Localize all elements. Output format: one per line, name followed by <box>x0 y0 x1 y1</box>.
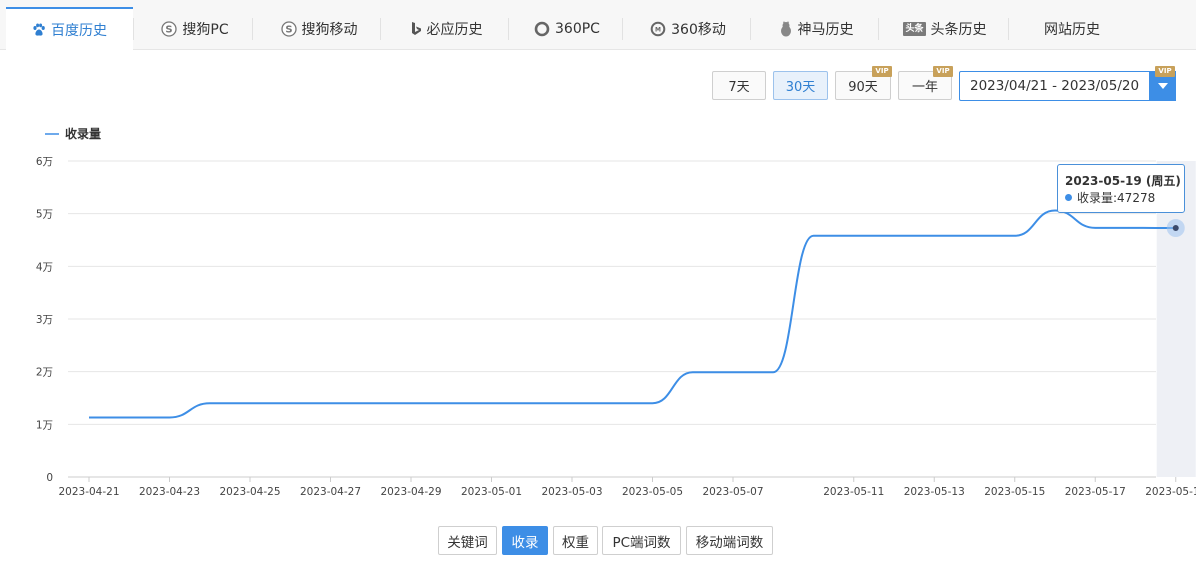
tab-shenma-history[interactable]: 神马历史 <box>756 8 876 50</box>
y-tick-label: 0 <box>46 472 53 484</box>
tab-divider <box>622 18 623 40</box>
date-range-picker[interactable]: 2023/04/21 - 2023/05/20 VIP <box>959 66 1176 101</box>
tab-divider <box>878 18 879 40</box>
metric-weight-button[interactable]: 权重 <box>553 526 598 555</box>
range-90d-button[interactable]: 90天 VIP <box>835 66 892 100</box>
tab-divider <box>508 18 509 40</box>
tab-sogou-mobile[interactable]: S 搜狗移动 <box>258 8 380 50</box>
index-volume-chart: 收录量 01万2万3万4万5万6万 2023-04-21 2023-04-23 20… <box>36 126 1196 498</box>
vip-badge: VIP <box>872 66 892 77</box>
series-color-dot <box>1065 194 1072 201</box>
sogou-icon: S <box>280 21 297 37</box>
tab-label: 360移动 <box>671 22 726 38</box>
legend-label: 收录量 <box>65 126 101 141</box>
tab-label: 网站历史 <box>1044 22 1100 38</box>
x-tick-label: 2023-05-11 <box>823 486 884 498</box>
x-tick-label: 2023-04-21 <box>58 486 119 498</box>
tab-divider <box>133 18 134 40</box>
tab-divider <box>252 18 253 40</box>
tab-label: 百度历史 <box>51 23 107 39</box>
vip-badge: VIP <box>933 66 953 77</box>
chevron-down-icon <box>1157 83 1168 89</box>
y-tick-label: 6万 <box>36 156 53 168</box>
tab-label: 必应历史 <box>426 22 483 38</box>
metric-label: 收录 <box>511 534 539 551</box>
tab-label: 360PC <box>555 21 600 37</box>
tab-label: 搜狗PC <box>182 22 229 38</box>
vip-badge: VIP <box>1155 66 1175 77</box>
x-tick-label: 2023-05-19 <box>1145 486 1196 498</box>
hover-point <box>1172 225 1179 232</box>
tab-baidu-history[interactable]: 百度历史 <box>6 7 133 51</box>
y-axis: 0 1万 2万 3万 4万 5万 6万 <box>36 156 53 484</box>
tab-divider <box>1008 18 1009 40</box>
360-icon <box>534 21 550 37</box>
metric-label: 权重 <box>562 534 589 551</box>
chart-tooltip: 2023-05-19 (周五) 收录量:47278 <box>1057 164 1185 213</box>
metric-label: PC端词数 <box>612 534 671 551</box>
metric-label: 移动端词数 <box>695 534 764 551</box>
x-tick-label: 2023-05-15 <box>984 486 1045 498</box>
y-tick-label: 4万 <box>36 261 53 273</box>
toutiao-icon-text: 头条 <box>903 22 926 36</box>
x-tick-label: 2023-04-23 <box>139 486 200 498</box>
range-label: 7天 <box>728 80 750 95</box>
tab-label: 神马历史 <box>797 22 854 38</box>
tab-360-pc[interactable]: 360PC <box>514 8 620 50</box>
x-tick-label: 2023-05-17 <box>1065 486 1126 498</box>
svg-text:S: S <box>166 25 173 36</box>
metric-label: 关键词 <box>447 534 488 551</box>
chart-legend: 收录量 <box>45 126 101 141</box>
range-30d-button[interactable]: 30天 <box>773 71 828 100</box>
range-7d-button[interactable]: 7天 <box>712 71 766 100</box>
tooltip-date: 2023-05-19 (周五) <box>1065 174 1181 188</box>
metric-indexed-button[interactable]: 收录 <box>502 526 548 555</box>
360-mobile-icon: M <box>650 21 666 37</box>
series-line-index-volume <box>89 209 1176 419</box>
y-tick-label: 1万 <box>36 419 53 431</box>
tab-label: 头条历史 <box>930 22 987 38</box>
x-tick-label: 2023-05-13 <box>904 486 965 498</box>
range-label: 90天 <box>848 80 878 95</box>
tooltip-value: 收录量:47278 <box>1077 191 1156 205</box>
metric-mobile-words-button[interactable]: 移动端词数 <box>686 526 773 555</box>
bing-icon <box>410 21 422 37</box>
tab-sogou-pc[interactable]: S 搜狗PC <box>140 8 250 50</box>
x-axis: 2023-04-21 2023-04-23 2023-04-25 2023-04-27… <box>58 477 1196 498</box>
x-tick-label: 2023-04-25 <box>219 486 280 498</box>
svg-text:M: M <box>655 27 661 34</box>
shenma-icon <box>779 21 793 37</box>
x-tick-label: 2023-04-27 <box>300 486 361 498</box>
tab-label: 搜狗移动 <box>301 22 358 38</box>
svg-text:S: S <box>285 25 292 36</box>
range-label: 30天 <box>785 80 816 95</box>
range-label: 一年 <box>911 80 938 95</box>
y-tick-label: 2万 <box>36 367 53 379</box>
x-tick-label: 2023-05-07 <box>702 486 763 498</box>
tab-bing-history[interactable]: 必应历史 <box>386 8 506 50</box>
tab-360-mobile[interactable]: M 360移动 <box>628 8 748 50</box>
metric-pc-words-button[interactable]: PC端词数 <box>602 526 681 555</box>
x-tick-label: 2023-05-01 <box>461 486 522 498</box>
metric-keywords-button[interactable]: 关键词 <box>438 526 497 555</box>
x-tick-label: 2023-05-05 <box>622 486 683 498</box>
tab-divider <box>750 18 751 40</box>
y-tick-label: 5万 <box>36 209 53 221</box>
x-tick-label: 2023-05-03 <box>541 486 602 498</box>
date-range-value: 2023/04/21 - 2023/05/20 <box>970 78 1140 94</box>
history-tab-bar: 百度历史 S 搜狗PC S 搜狗移动 必应历史 360PC M 360移动 神马… <box>0 0 1196 51</box>
baidu-paw-icon <box>32 23 46 37</box>
toutiao-icon: 头条 <box>903 22 926 36</box>
tab-website-history[interactable]: 网站历史 <box>1014 8 1130 50</box>
tooltip-series-row: 收录量:47278 <box>1065 189 1155 206</box>
chart-grid <box>68 160 1156 478</box>
tab-divider <box>380 18 381 40</box>
sogou-icon: S <box>161 21 178 37</box>
range-1y-button[interactable]: 一年 VIP <box>898 66 953 100</box>
y-tick-label: 3万 <box>36 314 53 326</box>
x-tick-label: 2023-04-29 <box>380 486 441 498</box>
tab-toutiao-history[interactable]: 头条 头条历史 <box>884 8 1006 50</box>
